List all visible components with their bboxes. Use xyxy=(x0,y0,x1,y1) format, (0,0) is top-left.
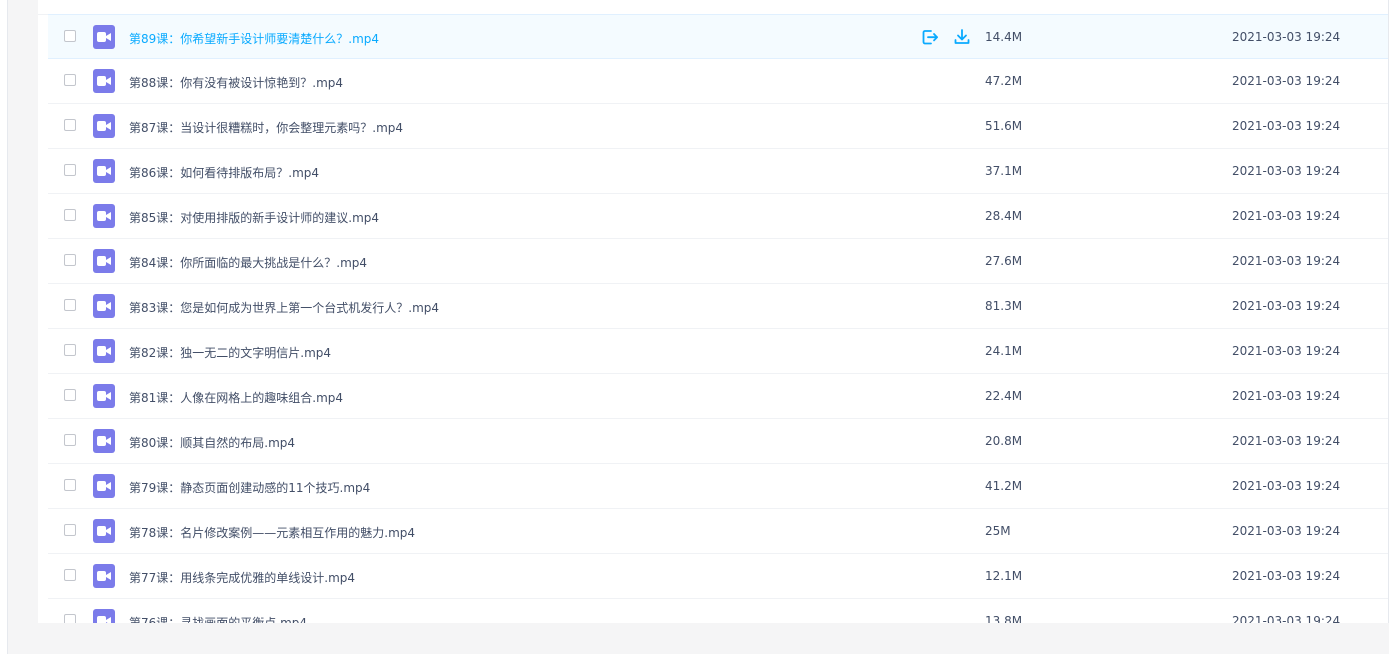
video-file-icon xyxy=(93,609,115,623)
download-icon[interactable] xyxy=(952,27,972,47)
file-size: 28.4M xyxy=(985,209,1023,223)
row-checkbox[interactable] xyxy=(64,434,76,446)
row-checkbox[interactable] xyxy=(64,164,76,176)
file-name[interactable]: 第84课：你所面临的最大挑战是什么？.mp4 xyxy=(129,254,367,271)
file-name[interactable]: 第89课：你希望新手设计师要清楚什么？.mp4 xyxy=(129,30,379,47)
file-row[interactable]: 第84课：你所面临的最大挑战是什么？.mp4 27.6M 2021-03-03 … xyxy=(48,239,1389,284)
file-name[interactable]: 第83课：您是如何成为世界上第一个台式机发行人？.mp4 xyxy=(129,299,439,316)
file-date: 2021-03-03 19:24 xyxy=(1232,74,1341,88)
video-file-icon xyxy=(93,339,115,363)
file-list: 第89课：你希望新手设计师要清楚什么？.mp4 14.4M 2021-03-03… xyxy=(48,14,1389,623)
row-checkbox[interactable] xyxy=(64,524,76,536)
file-row[interactable]: 第76课：寻找画面的平衡点.mp4 13.8M 2021-03-03 19:24 xyxy=(48,599,1389,623)
video-file-icon xyxy=(93,204,115,228)
file-date: 2021-03-03 19:24 xyxy=(1232,569,1341,583)
row-checkbox[interactable] xyxy=(64,74,76,86)
file-size: 27.6M xyxy=(985,254,1023,268)
row-checkbox[interactable] xyxy=(64,299,76,311)
video-file-icon xyxy=(93,69,115,93)
file-size: 20.8M xyxy=(985,434,1023,448)
file-name[interactable]: 第82课：独一无二的文字明信片.mp4 xyxy=(129,344,331,361)
file-size: 24.1M xyxy=(985,344,1023,358)
row-checkbox[interactable] xyxy=(64,569,76,581)
file-size: 25M xyxy=(985,524,1011,538)
file-row[interactable]: 第83课：您是如何成为世界上第一个台式机发行人？.mp4 81.3M 2021-… xyxy=(48,284,1389,329)
file-row[interactable]: 第89课：你希望新手设计师要清楚什么？.mp4 14.4M 2021-03-03… xyxy=(48,14,1389,59)
file-date: 2021-03-03 19:24 xyxy=(1232,524,1341,538)
video-file-icon xyxy=(93,114,115,138)
video-file-icon xyxy=(93,519,115,543)
video-file-icon xyxy=(93,474,115,498)
file-name[interactable]: 第80课：顺其自然的布局.mp4 xyxy=(129,434,295,451)
file-name[interactable]: 第78课：名片修改案例——元素相互作用的魅力.mp4 xyxy=(129,524,415,541)
video-file-icon xyxy=(93,564,115,588)
file-date: 2021-03-03 19:24 xyxy=(1232,254,1341,268)
file-row[interactable]: 第87课：当设计很糟糕时，你会整理元素吗？.mp4 51.6M 2021-03-… xyxy=(48,104,1389,149)
video-file-icon xyxy=(93,384,115,408)
file-date: 2021-03-03 19:24 xyxy=(1232,30,1341,44)
file-date: 2021-03-03 19:24 xyxy=(1232,434,1341,448)
video-file-icon xyxy=(93,429,115,453)
file-date: 2021-03-03 19:24 xyxy=(1232,164,1341,178)
file-size: 37.1M xyxy=(985,164,1023,178)
row-checkbox[interactable] xyxy=(64,614,76,623)
file-date: 2021-03-03 19:24 xyxy=(1232,299,1341,313)
row-checkbox[interactable] xyxy=(64,30,76,42)
video-file-icon xyxy=(93,159,115,183)
file-date: 2021-03-03 19:24 xyxy=(1232,119,1341,133)
left-frame-edge xyxy=(0,0,8,654)
row-checkbox[interactable] xyxy=(64,479,76,491)
file-date: 2021-03-03 19:24 xyxy=(1232,479,1341,493)
share-icon[interactable] xyxy=(920,27,940,47)
file-size: 12.1M xyxy=(985,569,1023,583)
file-date: 2021-03-03 19:24 xyxy=(1232,389,1341,403)
file-row[interactable]: 第82课：独一无二的文字明信片.mp4 24.1M 2021-03-03 19:… xyxy=(48,329,1389,374)
file-list-panel: 第89课：你希望新手设计师要清楚什么？.mp4 14.4M 2021-03-03… xyxy=(38,0,1389,623)
file-date: 2021-03-03 19:24 xyxy=(1232,344,1341,358)
table-header xyxy=(38,0,1389,15)
file-size: 41.2M xyxy=(985,479,1023,493)
file-date: 2021-03-03 19:24 xyxy=(1232,614,1341,623)
video-file-icon xyxy=(93,294,115,318)
file-name[interactable]: 第85课：对使用排版的新手设计师的建议.mp4 xyxy=(129,209,379,226)
file-name[interactable]: 第87课：当设计很糟糕时，你会整理元素吗？.mp4 xyxy=(129,119,403,136)
file-row[interactable]: 第85课：对使用排版的新手设计师的建议.mp4 28.4M 2021-03-03… xyxy=(48,194,1389,239)
row-checkbox[interactable] xyxy=(64,389,76,401)
file-size: 81.3M xyxy=(985,299,1023,313)
file-name[interactable]: 第86课：如何看待排版布局？.mp4 xyxy=(129,164,319,181)
file-size: 13.8M xyxy=(985,614,1023,623)
file-size: 47.2M xyxy=(985,74,1023,88)
file-name[interactable]: 第88课：你有没有被设计惊艳到？.mp4 xyxy=(129,74,343,91)
file-size: 51.6M xyxy=(985,119,1023,133)
file-name[interactable]: 第81课：人像在网格上的趣味组合.mp4 xyxy=(129,389,343,406)
row-checkbox[interactable] xyxy=(64,119,76,131)
file-name[interactable]: 第79课：静态页面创建动感的11个技巧.mp4 xyxy=(129,479,370,496)
file-row[interactable]: 第81课：人像在网格上的趣味组合.mp4 22.4M 2021-03-03 19… xyxy=(48,374,1389,419)
file-date: 2021-03-03 19:24 xyxy=(1232,209,1341,223)
file-row[interactable]: 第77课：用线条完成优雅的单线设计.mp4 12.1M 2021-03-03 1… xyxy=(48,554,1389,599)
row-checkbox[interactable] xyxy=(64,209,76,221)
video-file-icon xyxy=(93,249,115,273)
file-name[interactable]: 第77课：用线条完成优雅的单线设计.mp4 xyxy=(129,569,355,586)
file-name[interactable]: 第76课：寻找画面的平衡点.mp4 xyxy=(129,614,307,623)
file-size: 22.4M xyxy=(985,389,1023,403)
file-row[interactable]: 第88课：你有没有被设计惊艳到？.mp4 47.2M 2021-03-03 19… xyxy=(48,59,1389,104)
file-size: 14.4M xyxy=(985,30,1023,44)
file-row[interactable]: 第80课：顺其自然的布局.mp4 20.8M 2021-03-03 19:24 xyxy=(48,419,1389,464)
file-row[interactable]: 第79课：静态页面创建动感的11个技巧.mp4 41.2M 2021-03-03… xyxy=(48,464,1389,509)
file-row[interactable]: 第86课：如何看待排版布局？.mp4 37.1M 2021-03-03 19:2… xyxy=(48,149,1389,194)
row-checkbox[interactable] xyxy=(64,344,76,356)
file-row[interactable]: 第78课：名片修改案例——元素相互作用的魅力.mp4 25M 2021-03-0… xyxy=(48,509,1389,554)
video-file-icon xyxy=(93,25,115,49)
row-checkbox[interactable] xyxy=(64,254,76,266)
